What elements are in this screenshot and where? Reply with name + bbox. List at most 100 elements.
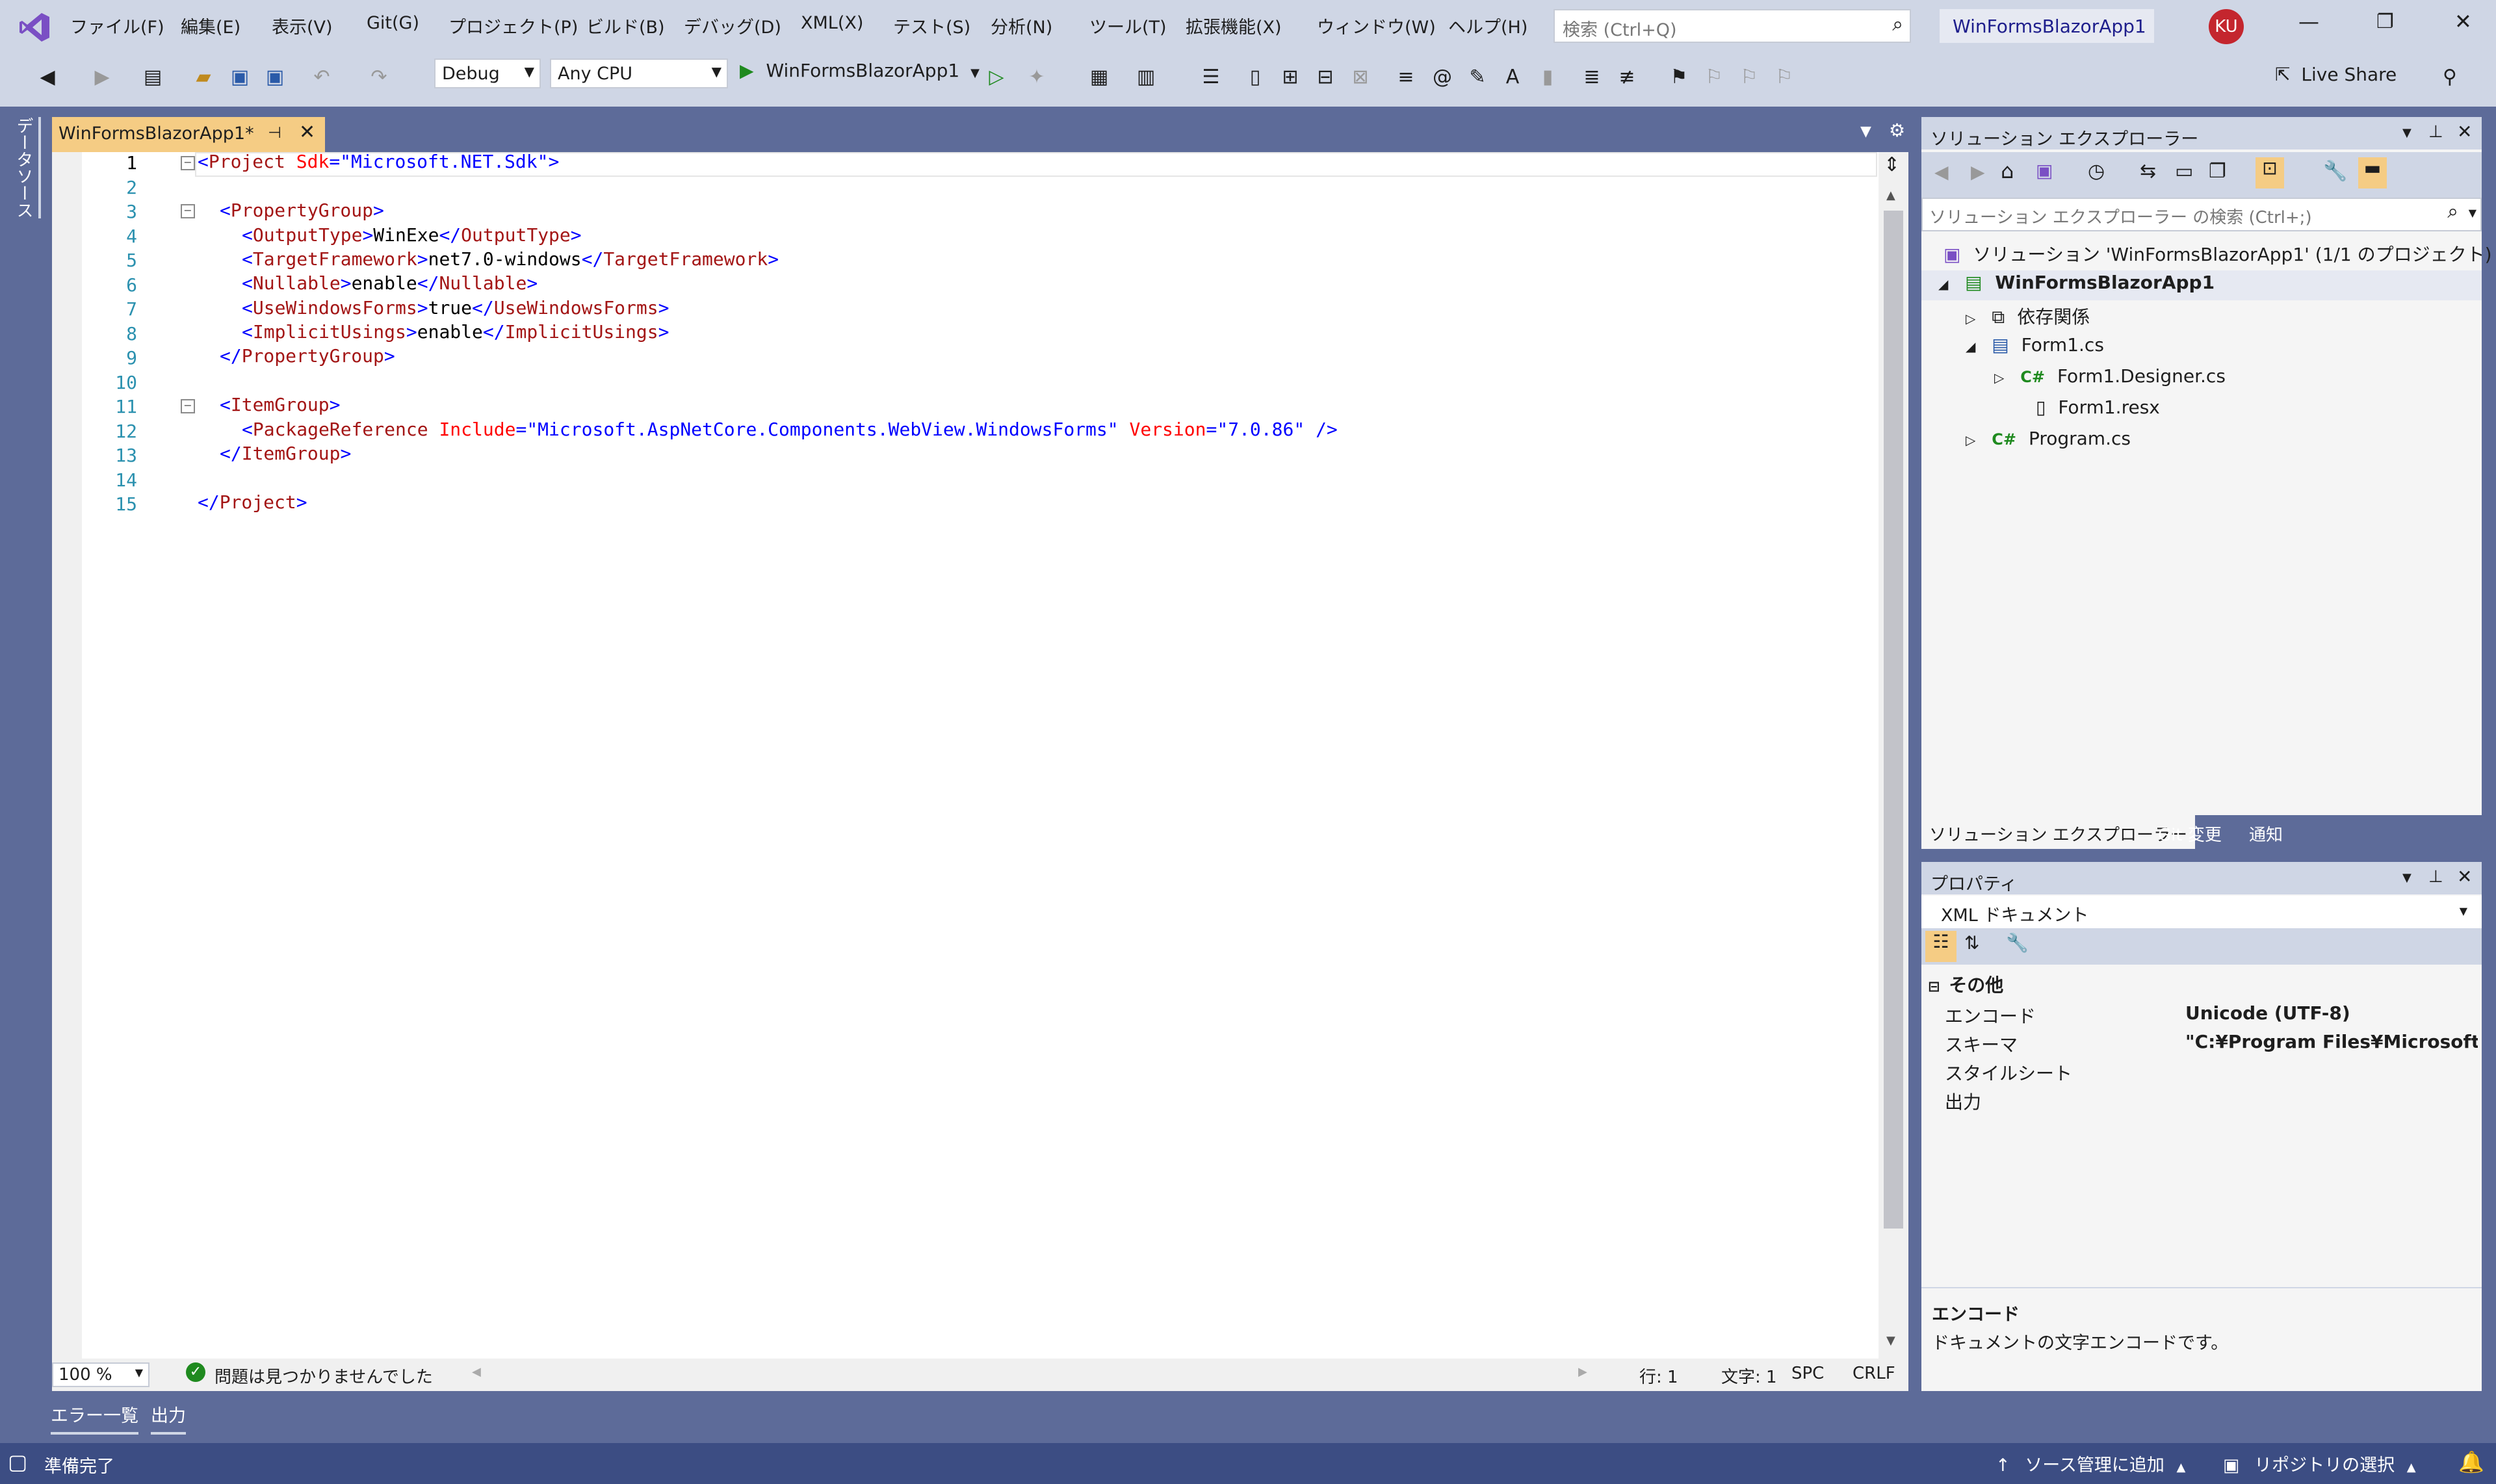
bookmark-icon[interactable]: ⚑: [1664, 62, 1694, 92]
toolbar-icon-g[interactable]: ▮: [1533, 62, 1563, 92]
vertical-scrollbar[interactable]: ⇕ ▲ ▼: [1878, 152, 1908, 1359]
close-tab-icon[interactable]: ✕: [299, 121, 315, 144]
wrench-icon[interactable]: 🔧: [2006, 932, 2029, 954]
collapse-icon[interactable]: ▭: [2175, 160, 2193, 183]
scroll-down-icon[interactable]: ▼: [1886, 1334, 1895, 1347]
show-all-icon[interactable]: ⊡: [2256, 157, 2284, 189]
scroll-thumb[interactable]: [1884, 211, 1903, 1229]
menu-item-9[interactable]: 分析(N): [991, 13, 1052, 38]
bookmark-clear-icon[interactable]: ⚐: [1769, 62, 1799, 92]
gear-icon[interactable]: ⚙: [1889, 120, 1905, 141]
expanded-arrow-icon[interactable]: ◢: [1938, 276, 1948, 292]
menu-item-3[interactable]: Git(G): [367, 13, 419, 33]
menu-item-10[interactable]: ツール(T): [1089, 13, 1167, 38]
new-project-icon[interactable]: ▤: [138, 62, 168, 92]
menu-item-12[interactable]: ウィンドウ(W): [1317, 13, 1436, 38]
tab-error-list[interactable]: エラー一覧: [51, 1401, 138, 1435]
sync-icon[interactable]: ⇆: [2140, 160, 2156, 183]
tree-form1[interactable]: ◢ ▤ Form1.cs: [1966, 334, 2104, 356]
toolbar-icon-d[interactable]: ⊠: [1346, 62, 1375, 92]
property-row[interactable]: スキーマ "C:¥Program Files¥Microsoft Visu: [1921, 1027, 2482, 1056]
notifications-icon[interactable]: 🔔: [2458, 1450, 2484, 1474]
hscroll-left-icon[interactable]: ◀: [472, 1365, 481, 1379]
copy-icon[interactable]: ❐: [2209, 160, 2226, 183]
tab-list-icon[interactable]: ▼: [1860, 124, 1871, 140]
pane-menu-icon[interactable]: ▼: [2402, 871, 2412, 885]
menu-item-11[interactable]: 拡張機能(X): [1186, 13, 1282, 38]
vs-icon[interactable]: ▣: [2036, 160, 2053, 181]
properties-object-select[interactable]: XML ドキュメント ▼: [1921, 896, 2482, 928]
back-icon[interactable]: ◀: [1934, 161, 1949, 183]
menu-item-0[interactable]: ファイル(F): [70, 13, 164, 38]
hscroll-right-icon[interactable]: ▶: [1578, 1365, 1587, 1379]
tree-solution[interactable]: ▣ ソリューション 'WinFormsBlazorApp1' (1/1 のプロジ…: [1944, 241, 2492, 267]
document-tab[interactable]: WinFormsBlazorApp1* ⊣ ✕: [52, 117, 325, 152]
solution-search-box[interactable]: ソリューション エクスプローラー の検索 (Ctrl+;) ⌕ ▼: [1921, 198, 2482, 231]
column-indicator[interactable]: 文字: 1: [1721, 1364, 1777, 1388]
tab-notifications[interactable]: 通知: [2241, 815, 2291, 849]
repository-button[interactable]: ▣ リポジトリの選択 ▲: [2223, 1451, 2416, 1476]
hot-reload-icon[interactable]: ✦: [1022, 62, 1052, 92]
menu-item-4[interactable]: プロジェクト(P): [448, 13, 578, 38]
menu-item-1[interactable]: 編集(E): [181, 13, 240, 38]
toolbar-icon-f[interactable]: A: [1498, 62, 1528, 92]
toolbar-icon-e[interactable]: ✎: [1462, 62, 1492, 92]
line-ending-indicator[interactable]: CRLF: [1852, 1364, 1895, 1383]
data-sources-tab[interactable]: データソース: [12, 117, 41, 218]
collapsed-arrow-icon[interactable]: ▷: [1994, 370, 2004, 385]
pin-icon[interactable]: ⊣: [268, 124, 281, 142]
toolbar-icon-c[interactable]: ⊟: [1310, 62, 1340, 92]
alphabetical-icon[interactable]: ⇅: [1964, 932, 1979, 954]
fold-toggle[interactable]: −: [181, 399, 195, 413]
issues-status[interactable]: 問題は見つかりませんでした: [214, 1364, 433, 1388]
comment-icon[interactable]: ≣: [1577, 62, 1607, 92]
collapsed-arrow-icon[interactable]: ▷: [1966, 311, 1975, 326]
property-row[interactable]: エンコード Unicode (UTF-8): [1921, 998, 2482, 1027]
chevron-down-icon[interactable]: ▼: [2469, 207, 2476, 219]
property-row[interactable]: スタイルシート: [1921, 1056, 2482, 1084]
at-icon[interactable]: @: [1427, 62, 1457, 92]
wrench-icon[interactable]: 🔧: [2323, 160, 2347, 183]
bookmark-prev-icon[interactable]: ⚐: [1699, 62, 1729, 92]
live-share-button[interactable]: ⇱ Live Share: [2275, 64, 2397, 85]
undo-icon[interactable]: ↶: [307, 62, 337, 92]
start-without-debug-icon[interactable]: ▷: [982, 62, 1011, 92]
categorized-icon[interactable]: ☷: [1925, 931, 1956, 962]
platform-select[interactable]: Any CPU ▼: [550, 59, 728, 88]
toolbar-icon-b[interactable]: ▥: [1131, 62, 1161, 92]
save-icon[interactable]: ▣: [225, 62, 255, 92]
pane-menu-icon[interactable]: ▼: [2402, 126, 2412, 140]
tab-git-changes[interactable]: Git 変更: [2150, 815, 2230, 849]
source-control-button[interactable]: ↑ ソース管理に追加 ▲: [1996, 1451, 2185, 1476]
document-icon[interactable]: ▯: [1240, 62, 1270, 92]
home-icon[interactable]: ⌂: [2001, 159, 2014, 183]
uncomment-icon[interactable]: ≢: [1612, 62, 1642, 92]
config-select[interactable]: Debug ▼: [434, 59, 541, 88]
collapsed-arrow-icon[interactable]: ▷: [1966, 432, 1975, 448]
menu-item-7[interactable]: XML(X): [801, 13, 863, 33]
property-category[interactable]: ⊟ その他: [1928, 971, 2003, 997]
menu-item-2[interactable]: 表示(V): [272, 13, 333, 38]
list-icon[interactable]: ☰: [1196, 62, 1226, 92]
restore-icon[interactable]: ❐: [2376, 10, 2394, 33]
menu-item-5[interactable]: ビルド(B): [586, 13, 665, 38]
close-icon[interactable]: ✕: [2457, 121, 2472, 142]
start-debug-button[interactable]: ▶ WinFormsBlazorApp1 ▼: [740, 60, 980, 90]
property-row[interactable]: 出力: [1921, 1084, 2482, 1113]
feedback-icon[interactable]: ⚲: [2435, 62, 2465, 92]
close-icon[interactable]: ✕: [2454, 9, 2472, 34]
tree-program[interactable]: ▷ C# Program.cs: [1966, 428, 2131, 449]
split-icon[interactable]: ⇕: [1884, 153, 1900, 176]
menu-item-13[interactable]: ヘルプ(H): [1448, 13, 1528, 38]
vs-logo-icon[interactable]: [18, 10, 52, 44]
hierarchy-icon[interactable]: ⊞: [1275, 62, 1305, 92]
fold-toggle[interactable]: −: [181, 156, 195, 170]
forward-icon[interactable]: ▶: [1971, 161, 1985, 183]
menu-item-8[interactable]: テスト(S): [893, 13, 970, 38]
preview-icon[interactable]: ▬: [2358, 157, 2387, 189]
redo-icon[interactable]: ↷: [364, 62, 394, 92]
format-icon[interactable]: ≡: [1391, 62, 1421, 92]
expanded-arrow-icon[interactable]: ◢: [1966, 339, 1975, 354]
whitespace-indicator[interactable]: SPC: [1791, 1364, 1824, 1383]
line-indicator[interactable]: 行: 1: [1639, 1364, 1678, 1388]
